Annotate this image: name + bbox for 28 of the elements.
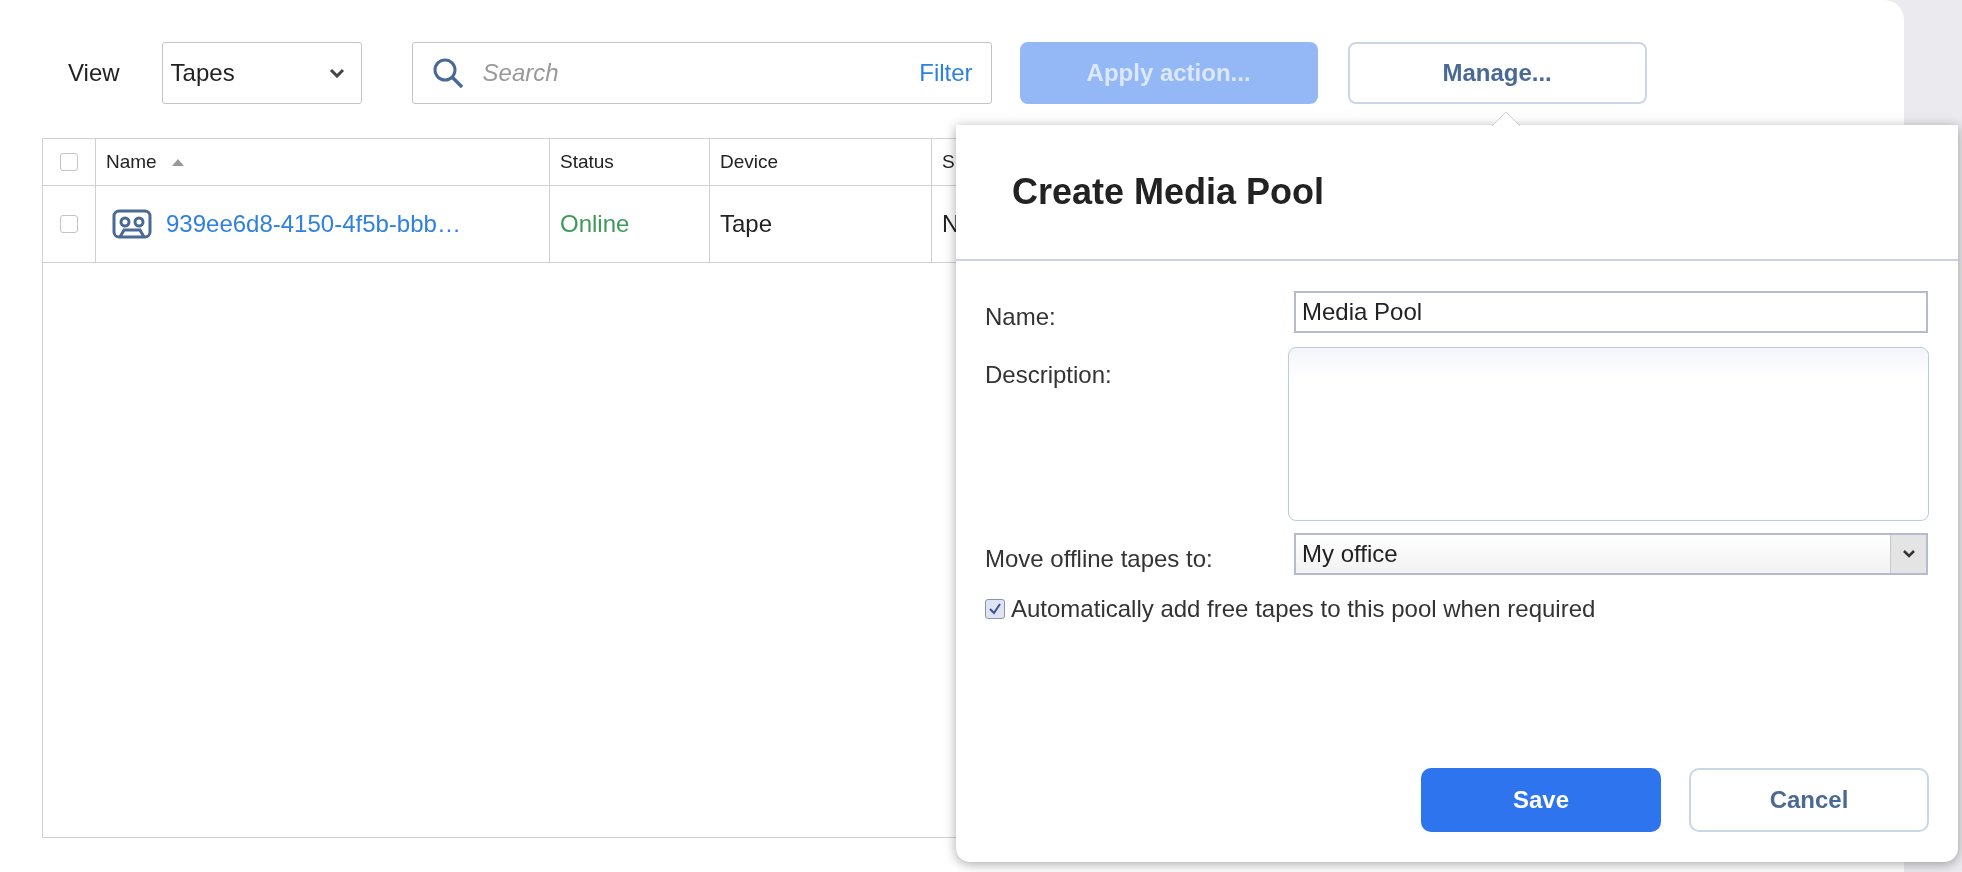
sort-ascending-icon	[170, 157, 185, 167]
checkbox-label: Automatically add free tapes to this pool when required	[1011, 594, 1596, 624]
field-label: Move offline tapes to:	[985, 544, 1214, 574]
manage-button[interactable]: Manage...	[1347, 42, 1647, 104]
field-label: Name:	[985, 302, 1057, 332]
column-header[interactable]: Device	[710, 139, 932, 185]
checkbox[interactable]	[60, 153, 78, 171]
chevron-down-icon	[328, 68, 345, 78]
checkbox[interactable]	[985, 599, 1005, 619]
search-field[interactable]: Search Filter	[411, 42, 992, 104]
view-label: View	[68, 58, 120, 88]
description-field[interactable]	[1287, 347, 1929, 521]
status-cell-text: Online	[560, 209, 630, 239]
device-cell-text: Tape	[720, 209, 773, 239]
checkbox[interactable]	[60, 215, 78, 233]
name-field[interactable]: Media Pool	[1294, 291, 1928, 333]
filter-link[interactable]: Filter	[919, 55, 973, 91]
save-button[interactable]: Save	[1421, 768, 1661, 832]
column-header[interactable]: Status	[550, 139, 710, 185]
cancel-button[interactable]: Cancel	[1689, 768, 1929, 832]
field-label: Description:	[985, 360, 1113, 390]
tape-name-link[interactable]: 939ee6d8-4150-4f5b-bbb…	[166, 206, 461, 242]
view-select[interactable]: Tapes	[161, 42, 362, 104]
tape-cassette-icon	[112, 209, 152, 239]
offline-location-select[interactable]: My office	[1294, 533, 1928, 575]
dialog-title: Create Media Pool	[1012, 170, 1325, 214]
column-header[interactable]: Name	[96, 139, 550, 185]
chevron-down-icon	[1901, 549, 1916, 559]
